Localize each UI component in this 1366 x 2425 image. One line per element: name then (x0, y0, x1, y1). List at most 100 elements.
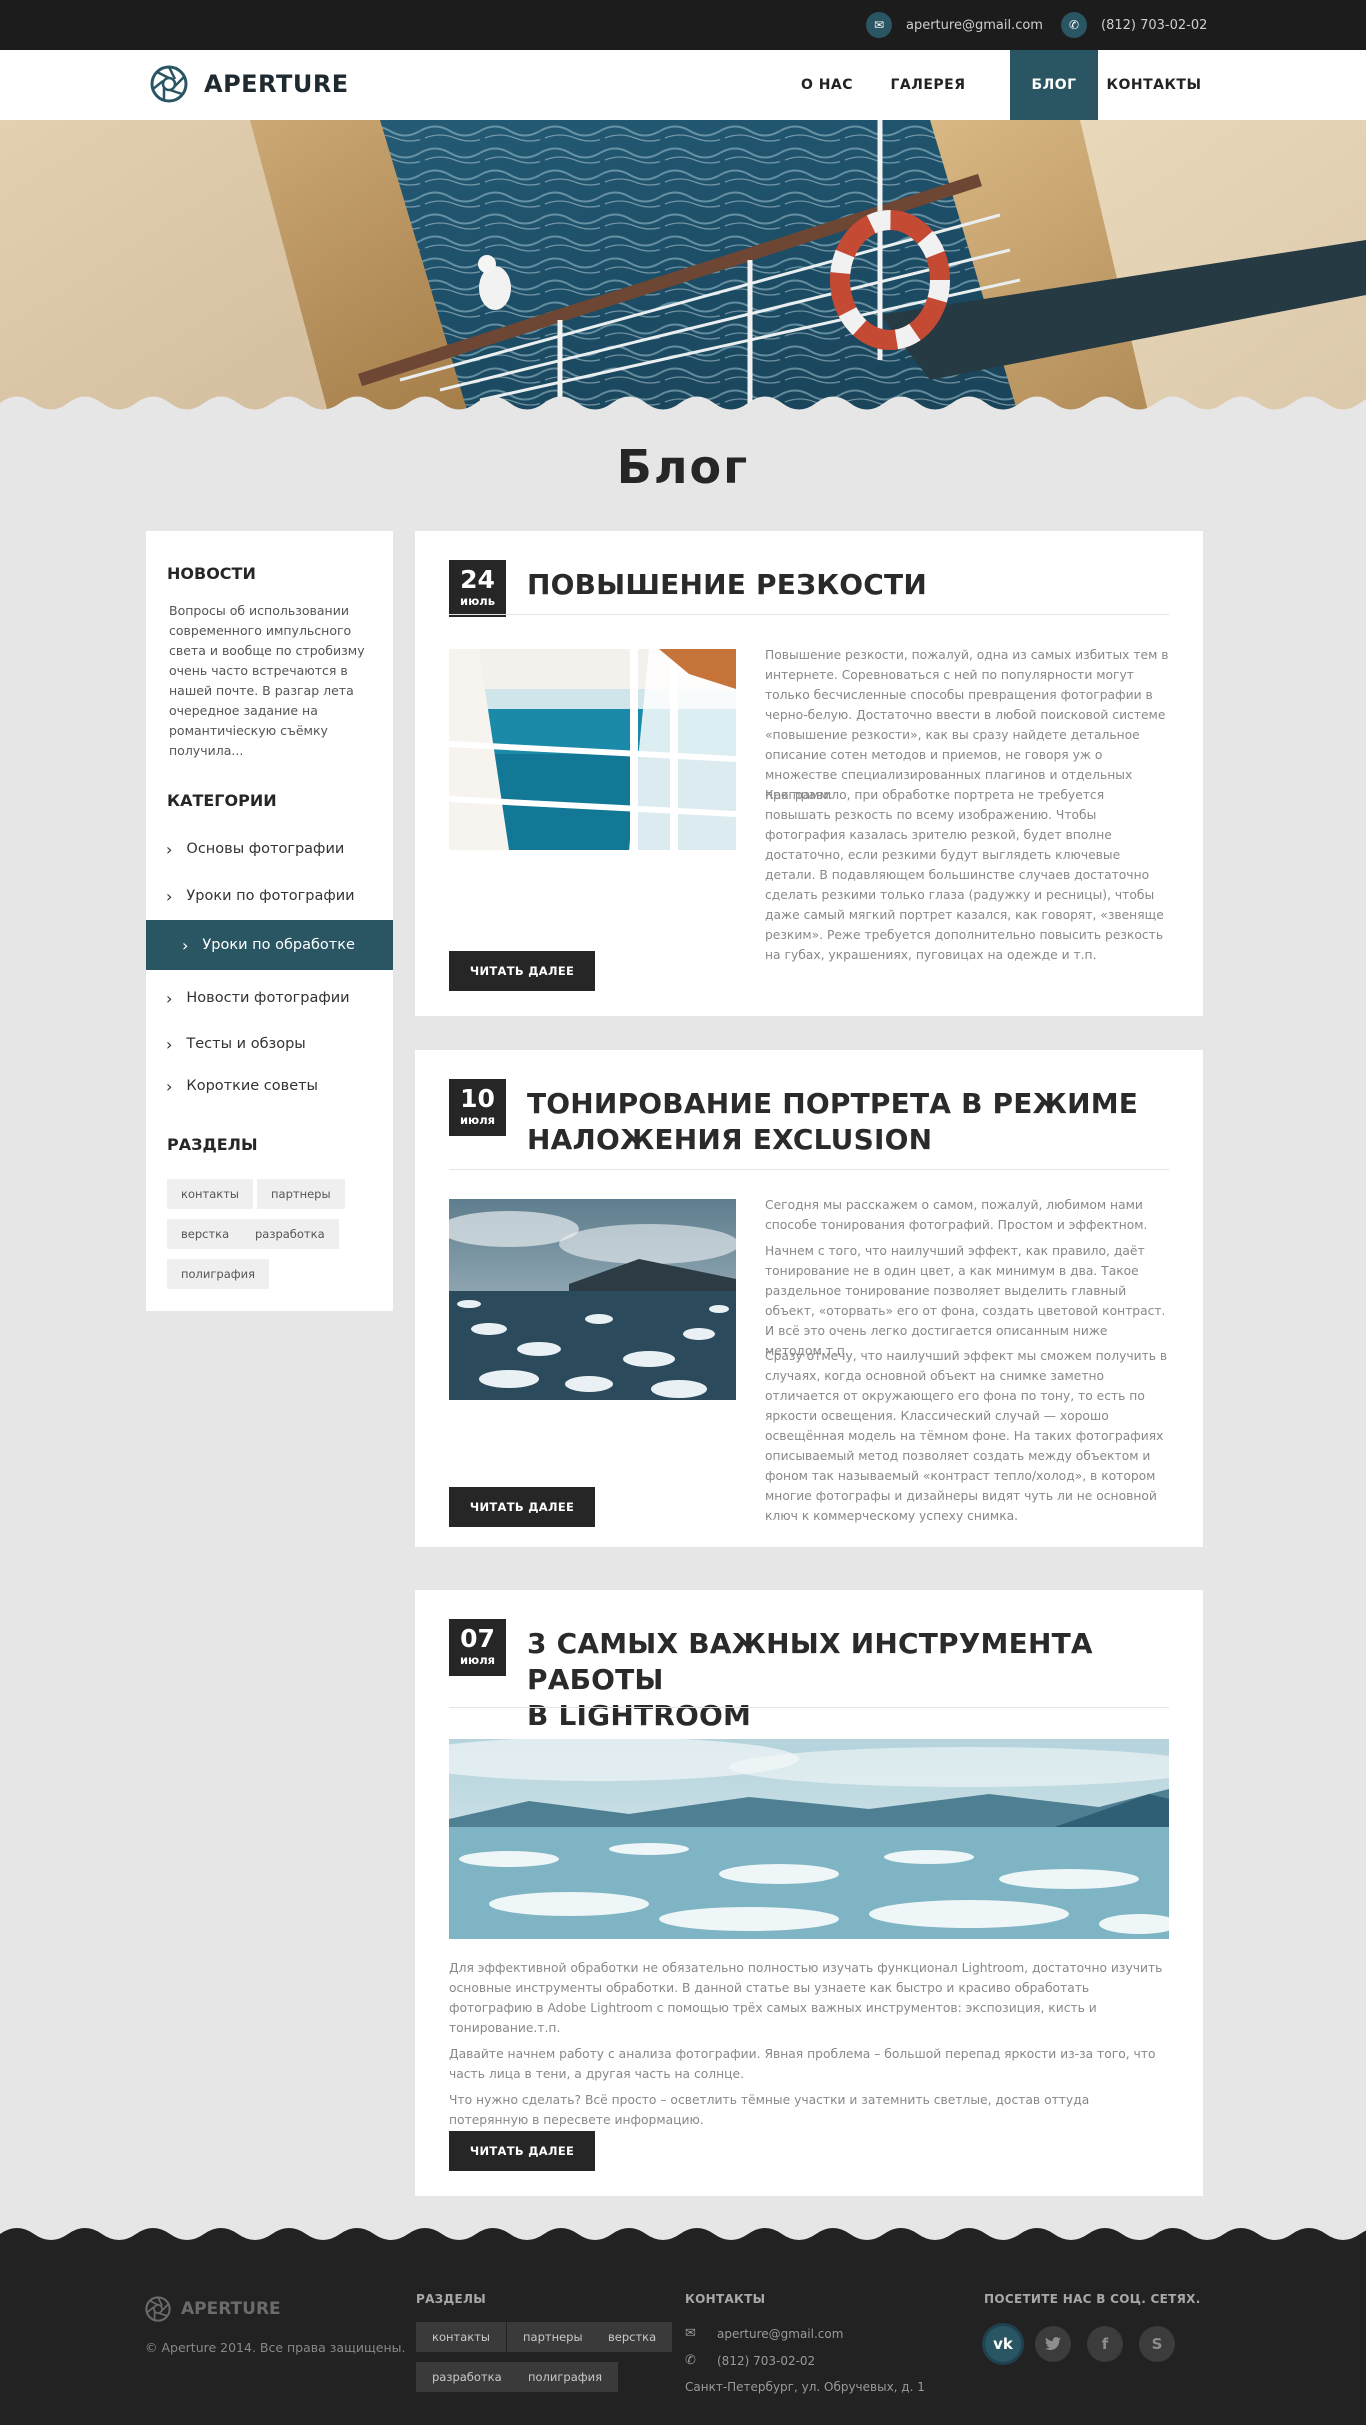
nav-gallery[interactable]: ГАЛЕРЕЯ (880, 50, 976, 120)
category-processing-lessons[interactable]: › Уроки по обработке (146, 920, 393, 970)
blog-post: 24 июль ПОВЫШЕНИЕ РЕЗКОСТИ Повышение рез… (415, 531, 1203, 1016)
footer-tag-printing[interactable]: полиграфия (512, 2362, 618, 2392)
site-header: APERTURE О НАС ГАЛЕРЕЯ БЛОГ КОНТАКТЫ (0, 50, 1366, 120)
chevron-right-icon: › (166, 886, 173, 906)
post-paragraph: Для эффективной обработки не обязательно… (449, 1961, 1163, 2035)
footer-wave-divider (0, 2228, 1366, 2242)
read-more-button[interactable]: ЧИТАТЬ ДАЛЕЕ (449, 951, 595, 991)
post-title-line: 3 САМЫХ ВАЖНЫХ ИНСТРУМЕНТА РАБОТЫ (527, 1627, 1093, 1696)
news-excerpt[interactable]: Вопросы об использовании современного им… (169, 601, 375, 761)
post-month: июля (459, 1653, 496, 1667)
post-divider (449, 614, 1169, 615)
footer-address: Санкт-Петербург, ул. Обручевых, д. 1 (685, 2380, 925, 2394)
footer-sections-heading: РАЗДЕЛЫ (416, 2292, 486, 2306)
blog-post: 10 июля ТОНИРОВАНИЕ ПОРТРЕТА В РЕЖИМЕ НА… (415, 1050, 1203, 1547)
category-reviews[interactable]: › Тесты и обзоры (146, 1021, 393, 1067)
post-date: 10 июля (449, 1079, 506, 1136)
post-date: 24 июль (449, 560, 506, 617)
footer-contacts-heading: КОНТАКТЫ (685, 2292, 766, 2306)
footer-tag-development[interactable]: разработка (416, 2362, 518, 2392)
category-label: Короткие советы (186, 1078, 319, 1094)
footer-tag-contacts[interactable]: контакты (416, 2322, 506, 2352)
twitter-icon[interactable] (1035, 2326, 1071, 2362)
post-paragraph: Как правило, при обработке портрета не т… (765, 788, 1164, 962)
read-more-button[interactable]: ЧИТАТЬ ДАЛЕЕ (449, 1487, 595, 1527)
post-image[interactable] (449, 1739, 1169, 1939)
topbar-email-text: aperture@gmail.com (906, 17, 1043, 33)
post-excerpt-wide: Как правило, при обработке портрета не т… (449, 785, 1169, 965)
category-photo-news[interactable]: › Новости фотографии (146, 975, 393, 1021)
twitter-bird-glyph (1045, 2337, 1061, 2351)
aperture-logo-icon (150, 65, 188, 103)
envelope-icon: ✉ (685, 2326, 696, 2341)
tag-markup[interactable]: верстка (167, 1219, 244, 1249)
chevron-right-icon: › (182, 935, 189, 955)
post-day: 07 (460, 1624, 495, 1653)
blog-post: 07 июля 3 САМЫХ ВАЖНЫХ ИНСТРУМЕНТА РАБОТ… (415, 1590, 1203, 2196)
category-photo-lessons[interactable]: › Уроки по фотографии (146, 873, 393, 919)
categories-heading: КАТЕГОРИИ (167, 791, 277, 810)
tag-printing[interactable]: полиграфия (167, 1259, 269, 1289)
topbar-phone[interactable]: ✆ (812) 703-02-02 (1061, 12, 1207, 38)
topbar-phone-text: (812) 703-02-02 (1101, 17, 1208, 33)
post-divider (449, 1707, 1169, 1708)
post-excerpt-side: Повышение резкости, пожалуй, одна из сам… (765, 645, 1169, 805)
post-excerpt-wide: Для эффективной обработки не обязательно… (449, 1958, 1169, 2130)
post-title[interactable]: ПОВЫШЕНИЕ РЕЗКОСТИ (527, 567, 927, 603)
nav-about[interactable]: О НАС (790, 50, 864, 120)
post-title-line: ТОНИРОВАНИЕ ПОРТРЕТА В РЕЖИМЕ (527, 1087, 1139, 1120)
tag-contacts[interactable]: контакты (167, 1179, 253, 1209)
page-title: Блог (616, 440, 750, 494)
logo[interactable]: APERTURE (150, 65, 349, 103)
post-date: 07 июля (449, 1619, 506, 1676)
vk-icon[interactable]: vk (985, 2326, 1021, 2362)
post-paragraph: Сегодня мы расскажем о самом, пожалуй, л… (765, 1198, 1148, 1232)
category-label: Основы фотографии (186, 841, 345, 857)
post-day: 10 (460, 1084, 495, 1113)
category-label: Уроки по обработке (202, 937, 355, 953)
sidebar: НОВОСТИ Вопросы об использовании совреме… (146, 531, 393, 1311)
post-title[interactable]: 3 САМЫХ ВАЖНЫХ ИНСТРУМЕНТА РАБОТЫ В LIGH… (527, 1626, 1203, 1734)
post-paragraph: Начнем с того, что наилучший эффект, как… (765, 1244, 1166, 1358)
ice-lagoon-image (449, 1739, 1169, 1939)
post-month: июль (460, 594, 495, 608)
nav-contacts[interactable]: КОНТАКТЫ (1106, 50, 1202, 120)
tag-partners[interactable]: партнеры (257, 1179, 345, 1209)
aperture-logo-icon (145, 2296, 171, 2322)
footer-logo-text: APERTURE (181, 2299, 281, 2319)
category-basics[interactable]: › Основы фотографии (146, 826, 393, 872)
footer-logo[interactable]: APERTURE (145, 2296, 281, 2322)
footer-tag-partners[interactable]: партнеры (507, 2322, 599, 2352)
chevron-right-icon: › (166, 839, 173, 859)
category-label: Тесты и обзоры (186, 1036, 306, 1052)
top-bar: ✉ aperture@gmail.com ✆ (812) 703-02-02 (0, 0, 1366, 50)
footer-phone-text: (812) 703-02-02 (717, 2353, 816, 2368)
news-heading: НОВОСТИ (167, 564, 256, 583)
post-paragraph: Давайте начнем работу с анализа фотограф… (449, 2047, 1156, 2081)
post-month: июля (459, 1113, 496, 1127)
nav-blog[interactable]: БЛОГ (1010, 50, 1098, 120)
post-paragraph: Что нужно сделать? Всё просто – осветлит… (449, 2093, 1090, 2127)
phone-icon: ✆ (1061, 12, 1087, 38)
footer-email-text: aperture@gmail.com (717, 2326, 844, 2341)
footer-tag-markup[interactable]: верстка (592, 2322, 673, 2352)
copyright: © Aperture 2014. Все права защищены. (145, 2340, 406, 2355)
category-label: Уроки по фотографии (186, 888, 355, 904)
post-title[interactable]: ТОНИРОВАНИЕ ПОРТРЕТА В РЕЖИМЕ НАЛОЖЕНИЯ … (527, 1086, 1138, 1158)
hero-banner (0, 120, 1366, 420)
footer-phone[interactable]: ✆ (812) 703-02-02 (685, 2353, 815, 2368)
tag-development[interactable]: разработка (241, 1219, 339, 1249)
footer-email[interactable]: ✉ aperture@gmail.com (685, 2326, 843, 2341)
chevron-right-icon: › (166, 1076, 173, 1096)
topbar-email[interactable]: ✉ aperture@gmail.com (866, 12, 1043, 38)
facebook-icon[interactable]: f (1087, 2326, 1123, 2362)
post-paragraph: Повышение резкости, пожалуй, одна из сам… (765, 648, 1169, 802)
envelope-icon: ✉ (866, 12, 892, 38)
read-more-button[interactable]: ЧИТАТЬ ДАЛЕЕ (449, 2131, 595, 2171)
sections-heading: РАЗДЕЛЫ (167, 1135, 258, 1154)
skype-icon[interactable]: S (1139, 2326, 1175, 2362)
post-title-line: НАЛОЖЕНИЯ EXCLUSION (527, 1123, 933, 1156)
category-short-tips[interactable]: › Короткие советы (146, 1063, 393, 1109)
post-excerpt-side: Сегодня мы расскажем о самом, пожалуй, л… (765, 1195, 1169, 1361)
hero-ship-image (0, 120, 1366, 420)
